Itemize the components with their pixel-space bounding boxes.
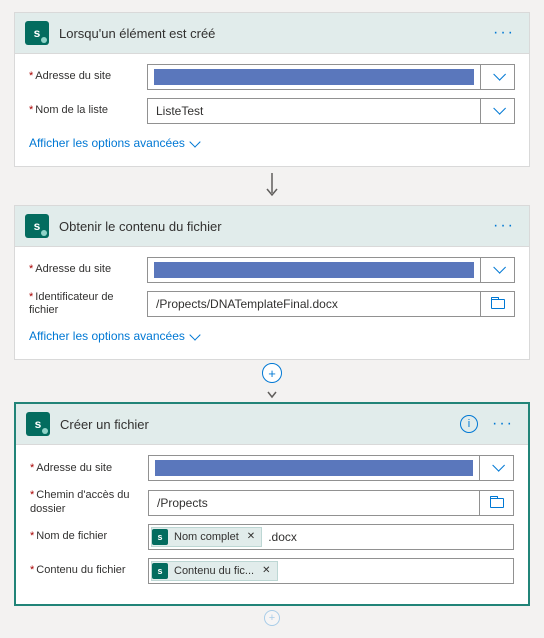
card-title: Obtenir le contenu du fichier	[59, 219, 479, 234]
redacted-value	[155, 460, 473, 476]
field-row-fileid: *Identificateur de fichier /Propects/DNA…	[29, 291, 515, 317]
dropdown-toggle[interactable]	[480, 258, 514, 282]
card-header[interactable]: s Obtenir le contenu du fichier ···	[15, 206, 529, 247]
folder-icon	[490, 498, 504, 508]
dropdown-toggle[interactable]	[479, 456, 513, 480]
get-file-content-card: s Obtenir le contenu du fichier ··· *Adr…	[14, 205, 530, 360]
chevron-down-icon	[492, 463, 502, 473]
field-value: ListeTest	[148, 104, 480, 118]
dropdown-toggle[interactable]	[480, 99, 514, 123]
add-step-button[interactable]: +	[262, 363, 282, 383]
card-body: *Adresse du site *Nom de la liste ListeT…	[15, 54, 529, 166]
file-content-input[interactable]: s Contenu du fic... ✕	[148, 558, 514, 584]
field-value: /Propects	[149, 496, 479, 510]
sharepoint-icon: s	[26, 412, 50, 436]
dropdown-toggle[interactable]	[480, 65, 514, 89]
add-step-connector: +	[14, 606, 530, 626]
filename-suffix: .docx	[264, 530, 301, 544]
create-file-card: s Créer un fichier i ··· *Adresse du sit…	[14, 402, 530, 605]
card-body: *Adresse du site *Chemin d'accès du doss…	[16, 445, 528, 603]
chevron-down-icon	[493, 265, 503, 275]
sharepoint-icon: s	[25, 214, 49, 238]
field-label: *Nom de la liste	[29, 104, 139, 117]
chevron-down-icon	[189, 329, 200, 340]
redacted-value	[154, 262, 474, 278]
site-address-dropdown[interactable]	[147, 257, 515, 283]
sharepoint-icon: s	[25, 21, 49, 45]
trigger-card: s Lorsqu'un élément est créé ··· *Adress…	[14, 12, 530, 167]
dynamic-token[interactable]: s Nom complet ✕	[151, 527, 262, 547]
site-address-dropdown[interactable]	[147, 64, 515, 90]
folder-path-input[interactable]: /Propects	[148, 490, 514, 516]
card-title: Créer un fichier	[60, 417, 450, 432]
field-label: *Identificateur de fichier	[29, 291, 139, 317]
remove-token-button[interactable]: ✕	[260, 565, 272, 576]
sharepoint-mini-icon: s	[152, 529, 168, 545]
field-row-site: *Adresse du site	[29, 257, 515, 283]
card-header[interactable]: s Créer un fichier i ···	[16, 404, 528, 445]
add-step-button[interactable]: +	[264, 610, 280, 626]
field-row-folder: *Chemin d'accès du dossier /Propects	[30, 489, 514, 515]
more-menu-button[interactable]: ···	[489, 24, 519, 42]
field-label: *Nom de fichier	[30, 530, 140, 543]
file-picker-button[interactable]	[480, 292, 514, 316]
chevron-down-icon	[493, 106, 503, 116]
field-label: *Adresse du site	[30, 462, 140, 475]
field-label: *Adresse du site	[29, 70, 139, 83]
field-row-site: *Adresse du site	[30, 455, 514, 481]
dynamic-token[interactable]: s Contenu du fic... ✕	[151, 561, 278, 581]
field-label: *Adresse du site	[29, 263, 139, 276]
list-name-dropdown[interactable]: ListeTest	[147, 98, 515, 124]
card-header[interactable]: s Lorsqu'un élément est créé ···	[15, 13, 529, 54]
field-row-list: *Nom de la liste ListeTest	[29, 98, 515, 124]
field-label: *Contenu du fichier	[30, 564, 140, 577]
redacted-value	[154, 69, 474, 85]
chevron-down-icon	[493, 72, 503, 82]
field-row-filename: *Nom de fichier s Nom complet ✕ .docx	[30, 524, 514, 550]
show-advanced-link[interactable]: Afficher les options avancées	[29, 325, 199, 347]
more-menu-button[interactable]: ···	[488, 415, 518, 433]
site-address-dropdown[interactable]	[148, 455, 514, 481]
sharepoint-mini-icon: s	[152, 563, 168, 579]
more-menu-button[interactable]: ···	[489, 217, 519, 235]
filename-input[interactable]: s Nom complet ✕ .docx	[148, 524, 514, 550]
folder-icon	[491, 299, 505, 309]
chevron-down-icon	[189, 136, 200, 147]
field-row-site: *Adresse du site	[29, 64, 515, 90]
field-row-content: *Contenu du fichier s Contenu du fic... …	[30, 558, 514, 584]
flow-arrow	[14, 386, 530, 402]
show-advanced-link[interactable]: Afficher les options avancées	[29, 132, 199, 154]
card-title: Lorsqu'un élément est créé	[59, 26, 479, 41]
card-body: *Adresse du site *Identificateur de fich…	[15, 247, 529, 359]
info-button[interactable]: i	[460, 415, 478, 433]
remove-token-button[interactable]: ✕	[245, 531, 257, 542]
flow-arrow	[14, 167, 530, 205]
add-step-connector: +	[14, 360, 530, 386]
folder-picker-button[interactable]	[479, 491, 513, 515]
field-label: *Chemin d'accès du dossier	[30, 489, 140, 515]
file-identifier-input[interactable]: /Propects/DNATemplateFinal.docx	[147, 291, 515, 317]
field-value: /Propects/DNATemplateFinal.docx	[148, 297, 480, 311]
